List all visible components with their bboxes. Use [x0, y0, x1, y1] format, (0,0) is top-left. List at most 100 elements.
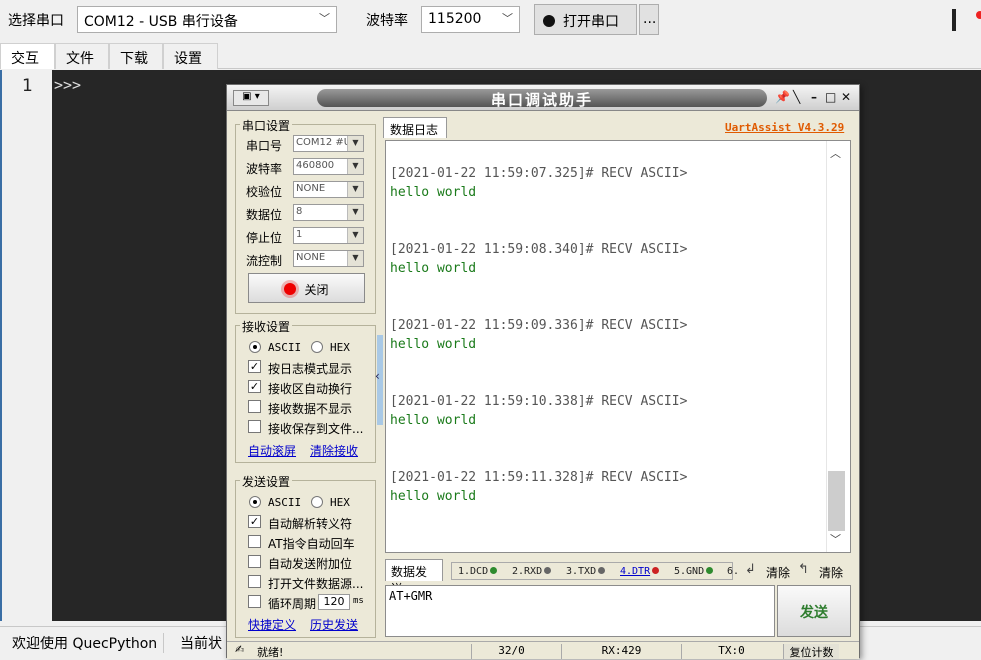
send-escape-checkbox[interactable]: ✓ [248, 515, 261, 528]
more-button[interactable]: ... [639, 4, 659, 35]
cycle-period-input[interactable]: 120 [318, 594, 350, 610]
led-red-icon [284, 283, 297, 295]
uart-status-bar: ✍ 就绪! 32/0 RX:429 TX:0 复位计数 [227, 641, 859, 659]
tab-interact[interactable]: 交互 [0, 43, 55, 69]
send-cycle-checkbox[interactable] [248, 595, 261, 608]
maximize-icon[interactable]: □ [825, 90, 836, 104]
status-count: 32/0 [471, 644, 551, 659]
log-header: [2021-01-22 11:59:11.328]# RECV ASCII> [390, 470, 688, 485]
recv-hide-checkbox[interactable] [248, 400, 261, 413]
stopbits-value: 1 [296, 229, 303, 240]
stopbits-select[interactable]: 1 ▼ [293, 227, 364, 244]
port-select[interactable]: COM12 - USB 串行设备 ﹀ [77, 6, 337, 33]
led-gray-icon [598, 567, 606, 574]
auto-scroll-link[interactable]: 自动滚屏 [248, 442, 296, 459]
chevron-down-icon: ▼ [347, 228, 363, 243]
signal-dtr[interactable]: 4.DTR [620, 566, 660, 577]
recv-log-mode-checkbox[interactable]: ✓ [248, 360, 261, 373]
recv-save-file-checkbox[interactable] [248, 420, 261, 433]
flow-select[interactable]: NONE ▼ [293, 250, 364, 267]
status-tx: TX:0 [681, 644, 781, 659]
led-green-icon [706, 567, 714, 574]
open-port-label: 打开串口 [563, 14, 619, 30]
log-body: hello world [390, 489, 477, 504]
parity-select[interactable]: NONE ▼ [293, 181, 364, 198]
send-append-label: 自动发送附加位 [268, 557, 353, 571]
port-select-value: COM12 - USB 串行设备 [84, 14, 238, 30]
scroll-up-icon[interactable]: ︿ [830, 145, 841, 161]
scroll-down-icon[interactable]: ﹀ [830, 531, 841, 547]
chevron-down-icon: ﹀ [319, 12, 330, 25]
send-escape-label: 自动解析转义符 [268, 517, 353, 531]
field-label-databits: 数据位 [246, 208, 283, 222]
send-at-cr-label: AT指令自动回车 [268, 537, 355, 551]
history-send-link[interactable]: 历史发送 [310, 616, 358, 633]
close-icon[interactable]: ✕ [841, 90, 851, 104]
window-title: 串口调试助手 [490, 91, 593, 109]
clear-receive-link[interactable]: 清除接收 [310, 442, 358, 459]
record-icon [543, 15, 555, 27]
status-ready-icon: ✍ [235, 643, 245, 656]
cycle-unit: ms [353, 596, 364, 606]
reset-count-button[interactable]: 复位计数 [783, 644, 839, 659]
main-tabs: 交互 文件 下载 设置 [0, 40, 981, 69]
minimize-icon[interactable]: – [811, 90, 817, 104]
clear-arrow-up-icon: ↰ [798, 562, 809, 577]
send-at-cr-checkbox[interactable] [248, 535, 261, 548]
field-label-parity: 校验位 [246, 185, 283, 199]
led-red-icon [652, 567, 660, 574]
log-body: hello world [390, 337, 477, 352]
send-ascii-radio[interactable] [249, 496, 261, 508]
log-body: hello world [390, 413, 477, 428]
log-scrollbar-thumb[interactable] [828, 471, 845, 531]
led-gray-icon [544, 567, 552, 574]
send-append-checkbox[interactable] [248, 555, 261, 568]
open-port-button[interactable]: 打开串口 [534, 4, 637, 35]
tab-settings[interactable]: 设置 [163, 43, 218, 69]
chevron-down-icon: ▼ [347, 136, 363, 151]
port-number-select[interactable]: COM12 #U ▼ [293, 135, 364, 152]
tab-download[interactable]: 下载 [109, 43, 163, 69]
collapse-arrow-icon[interactable]: ‹ [375, 369, 380, 383]
flow-value: NONE [296, 252, 326, 263]
tab-files[interactable]: 文件 [55, 43, 109, 69]
system-menu-icon[interactable]: ▣ ▾ [233, 90, 269, 106]
close-port-button[interactable]: 关闭 [248, 273, 365, 303]
send-button[interactable]: 发送 [777, 585, 851, 637]
field-label-baud: 波特率 [246, 162, 283, 176]
recv-wrap-checkbox[interactable]: ✓ [248, 380, 261, 393]
recv-save-file-label: 接收保存到文件... [268, 422, 364, 436]
send-settings-title: 发送设置 [240, 473, 293, 490]
cursor-icon [952, 9, 956, 31]
chevron-down-icon: ▼ [347, 182, 363, 197]
signal-dtr-label: 4.DTR [620, 566, 651, 577]
signal-rxd: 2.RXD [512, 566, 552, 577]
quick-define-link[interactable]: 快捷定义 [248, 616, 296, 633]
send-hex-radio[interactable] [311, 496, 323, 508]
signal-gnd-label: 5.GND [674, 566, 705, 577]
clear-recv-button[interactable]: 清除 [766, 564, 790, 581]
send-cycle-label: 循环周期 [268, 597, 317, 611]
pin-icon[interactable]: 📌 [775, 90, 790, 104]
toolbar: 选择串口 COM12 - USB 串行设备 ﹀ 波特率 115200 ﹀ 打开串… [0, 0, 981, 40]
line-gutter: 1 [2, 70, 52, 621]
uart-baud-select[interactable]: 460800 ▼ [293, 158, 364, 175]
serial-settings-title: 串口设置 [240, 117, 293, 134]
brand-link[interactable]: UartAssist V4.3.29 [725, 121, 844, 134]
recv-ascii-radio[interactable] [249, 341, 261, 353]
receive-settings-title: 接收设置 [240, 318, 293, 335]
send-file-source-checkbox[interactable] [248, 575, 261, 588]
databits-select[interactable]: 8 ▼ [293, 204, 364, 221]
receive-log[interactable]: [2021-01-22 11:59:07.325]# RECV ASCII> h… [385, 140, 851, 553]
uartassist-titlebar[interactable]: ▣ ▾ 串口调试助手 📌 ╲ – □ ✕ [227, 85, 859, 111]
recv-hex-radio[interactable] [311, 341, 323, 353]
clear-send-button[interactable]: 清除 [819, 564, 843, 581]
repl-prompt: >>> [54, 76, 82, 94]
tab-data-send[interactable]: 数据发送 [385, 559, 443, 596]
baud-select[interactable]: 115200 ﹀ [421, 6, 520, 33]
send-input[interactable]: AT+GMR [385, 585, 775, 637]
tab-data-log[interactable]: 数据日志 [383, 117, 447, 138]
close-port-label: 关闭 [304, 283, 329, 297]
chevron-down-icon: ▼ [347, 251, 363, 266]
port-number-value: COM12 #U [296, 137, 352, 148]
